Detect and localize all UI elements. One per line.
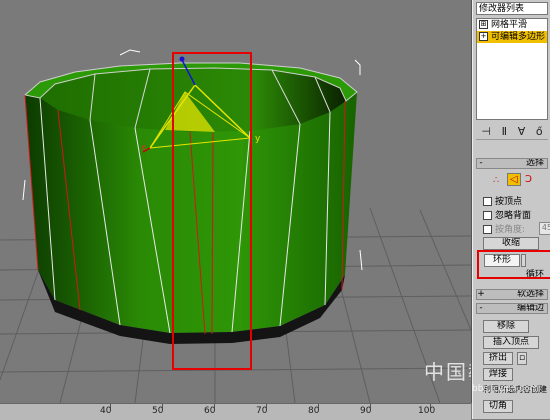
modifier-list-dropdown[interactable]: 修改器列表 xyxy=(476,2,548,15)
ruler-tick: 90 xyxy=(360,406,372,416)
subobject-level-icons: ∴ ◁ Ɔ xyxy=(493,173,543,188)
remove-button[interactable]: 移除 xyxy=(483,320,529,333)
vertex-mode-icon[interactable]: ∴ xyxy=(493,175,499,186)
stack-item-label: 可编辑多边形 xyxy=(491,32,546,42)
remove-modifier-icon[interactable]: ő xyxy=(536,125,543,138)
rollout-selection[interactable]: - 选择 xyxy=(476,158,548,169)
expand-icon[interactable]: ⊞ xyxy=(479,20,488,29)
ruler-tick: 100 xyxy=(418,406,436,416)
show-end-result-icon[interactable]: Ⅱ xyxy=(502,125,507,138)
by-vertex-checkbox[interactable]: 按顶点 xyxy=(483,194,522,207)
viewport-perspective[interactable]: y X 中国教程网 xyxy=(0,0,472,403)
ruler-tick: 80 xyxy=(308,406,320,416)
rollout-edit-edges[interactable]: - 编辑边 xyxy=(476,303,548,314)
by-angle-checkbox[interactable]: 按角度: xyxy=(483,222,525,235)
ruler-tick: 70 xyxy=(256,406,268,416)
gizmo-axis-y-label: y xyxy=(255,134,261,144)
stack-item-editable-poly[interactable]: + 可编辑多边形 xyxy=(477,31,547,43)
insert-vertex-button[interactable]: 插入顶点 xyxy=(483,336,539,349)
weld-button[interactable]: 焊接 xyxy=(483,368,513,381)
extrude-settings-button[interactable]: ▫ xyxy=(517,352,527,365)
stack-item-meshsmooth[interactable]: ⊞ 网格平滑 xyxy=(477,19,547,31)
stack-item-label: 网格平滑 xyxy=(491,20,528,30)
gizmo-axis-x-label: X xyxy=(141,144,146,152)
rollout-title: 编辑边 xyxy=(516,303,544,313)
watermark-url: bbs.jcwcn.com xyxy=(472,384,539,394)
border-mode-icon[interactable]: Ɔ xyxy=(525,174,532,185)
angle-spinner[interactable]: 45 xyxy=(539,222,550,235)
shrink-button[interactable]: 收缩 xyxy=(483,237,539,250)
extrude-button[interactable]: 挤出 xyxy=(483,352,513,365)
rollout-title: 软选择 xyxy=(516,289,544,299)
pin-stack-icon[interactable]: ⊣ xyxy=(481,125,491,138)
rollout-soft-selection[interactable]: + 软选择 xyxy=(476,289,548,300)
highlight-rectangle-viewport xyxy=(172,52,252,370)
modifier-stack[interactable]: ⊞ 网格平滑 + 可编辑多边形 xyxy=(476,18,548,120)
command-panel: 修改器列表 ⊞ 网格平滑 + 可编辑多边形 ⊣ Ⅱ ∀ ő - 选择 ∴ ◁ Ɔ 按… xyxy=(472,0,550,419)
ruler-tick: 60 xyxy=(204,406,216,416)
ignore-backfacing-checkbox[interactable]: 忽略背面 xyxy=(483,208,531,221)
ruler-tick: 50 xyxy=(152,406,164,416)
stack-toolbar: ⊣ Ⅱ ∀ ő xyxy=(476,123,548,140)
highlight-rectangle-panel xyxy=(477,250,550,279)
rollout-title: 选择 xyxy=(525,158,544,168)
chamfer-button[interactable]: 切角 xyxy=(483,400,513,413)
ruler-tick: 40 xyxy=(100,406,112,416)
timeline-ruler[interactable]: 40 50 60 70 80 90 100 xyxy=(0,403,471,420)
edge-mode-icon[interactable]: ◁ xyxy=(507,173,521,186)
make-unique-icon[interactable]: ∀ xyxy=(518,125,526,138)
expand-icon[interactable]: + xyxy=(479,32,488,41)
watermark-main: 中国教程网 xyxy=(424,360,471,384)
